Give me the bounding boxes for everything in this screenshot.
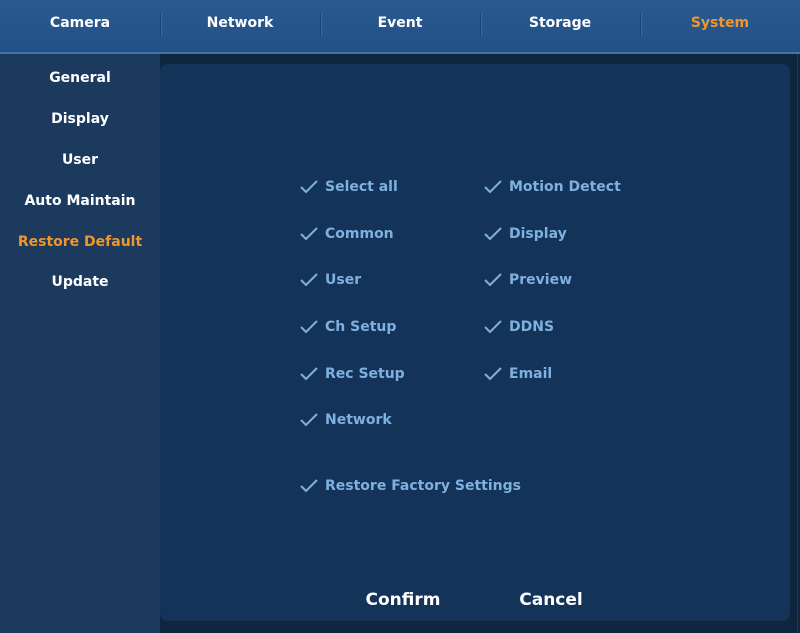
option-ch-setup[interactable]: Ch Setup: [300, 319, 396, 335]
option-label: Common: [325, 226, 394, 242]
check-icon: [484, 180, 502, 194]
option-motion-detect[interactable]: Motion Detect: [484, 179, 621, 195]
check-icon: [300, 367, 318, 381]
sidebar-item-restore-default[interactable]: Restore Default: [0, 234, 160, 250]
check-icon: [484, 273, 502, 287]
sidebar-item-update[interactable]: Update: [0, 274, 160, 290]
tab-network[interactable]: Network: [160, 0, 320, 54]
option-label: Select all: [325, 179, 398, 195]
option-label: Motion Detect: [509, 179, 621, 195]
option-rec-setup[interactable]: Rec Setup: [300, 366, 405, 382]
sidebar: General Display User Auto Maintain Resto…: [0, 54, 160, 633]
check-icon: [484, 227, 502, 241]
option-common[interactable]: Common: [300, 226, 394, 242]
option-ddns[interactable]: DDNS: [484, 319, 554, 335]
tab-camera[interactable]: Camera: [0, 0, 160, 54]
option-label: DDNS: [509, 319, 555, 335]
check-icon: [300, 413, 318, 427]
option-restore-factory-settings[interactable]: Restore Factory Settings: [300, 478, 521, 494]
option-label: User: [325, 272, 362, 288]
sidebar-item-auto-maintain[interactable]: Auto Maintain: [0, 193, 160, 209]
option-label: Email: [509, 366, 553, 382]
check-icon: [300, 320, 318, 334]
tab-event[interactable]: Event: [320, 0, 480, 54]
option-label: Preview: [509, 272, 573, 288]
option-label: Ch Setup: [325, 319, 397, 335]
check-icon: [300, 227, 318, 241]
check-icon: [300, 180, 318, 194]
sidebar-item-general[interactable]: General: [0, 70, 160, 86]
option-preview[interactable]: Preview: [484, 272, 572, 288]
option-email[interactable]: Email: [484, 366, 552, 382]
top-navigation: Camera Network Event Storage System: [0, 0, 800, 54]
option-label: Restore Factory Settings: [325, 478, 521, 494]
tab-storage[interactable]: Storage: [480, 0, 640, 54]
option-user[interactable]: User: [300, 272, 361, 288]
option-label: Display: [509, 226, 567, 242]
confirm-button[interactable]: Confirm: [366, 590, 441, 610]
sidebar-item-user[interactable]: User: [0, 152, 160, 168]
restore-default-panel: Select all Common User Ch Setup Rec Setu…: [160, 64, 790, 621]
check-icon: [484, 367, 502, 381]
tab-system[interactable]: System: [640, 0, 800, 54]
option-label: Rec Setup: [325, 366, 405, 382]
window-border: [797, 54, 798, 633]
check-icon: [484, 320, 502, 334]
cancel-button[interactable]: Cancel: [519, 590, 582, 610]
option-display[interactable]: Display: [484, 226, 567, 242]
check-icon: [300, 479, 318, 493]
sidebar-item-display[interactable]: Display: [0, 111, 160, 127]
option-select-all[interactable]: Select all: [300, 179, 398, 195]
check-icon: [300, 273, 318, 287]
option-network[interactable]: Network: [300, 412, 392, 428]
option-label: Network: [325, 412, 392, 428]
